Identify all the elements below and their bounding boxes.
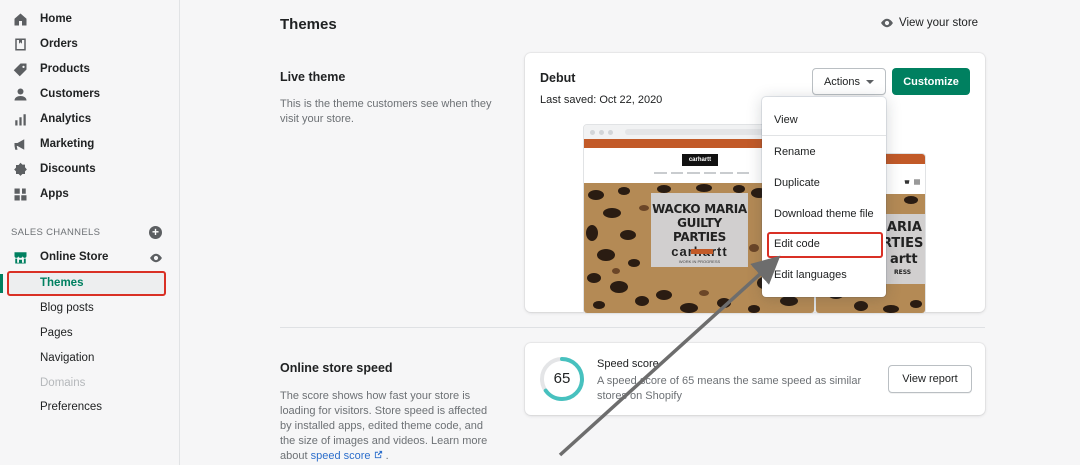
mobile-promo-line-3: artt — [890, 252, 918, 267]
sidebar-item-label: Products — [40, 63, 90, 75]
sidebar-subitem-pages[interactable]: Pages — [40, 327, 73, 339]
live-theme-card: Debut Last saved: Oct 22, 2020 Actions C… — [525, 53, 985, 314]
add-channel-icon[interactable]: + — [149, 226, 162, 239]
sidebar-item-orders[interactable]: Orders — [12, 34, 78, 54]
view-store-label: View your store — [899, 17, 979, 29]
active-indicator — [0, 274, 3, 293]
live-theme-description: This is the theme customers see when the… — [280, 98, 492, 125]
external-link-icon — [374, 450, 382, 459]
cart-icon — [904, 180, 910, 184]
live-theme-heading: Live theme — [280, 70, 346, 84]
speed-description-end: . — [385, 450, 389, 462]
sidebar-item-label: Analytics — [40, 113, 92, 125]
eye-icon — [881, 18, 893, 28]
speed-score-link[interactable]: speed score — [311, 450, 383, 462]
speed-score-title: Speed score — [597, 358, 659, 370]
themes-highlight-box — [7, 271, 166, 296]
sidebar-item-label: Marketing — [40, 138, 95, 150]
view-store-link[interactable]: View your store — [880, 16, 978, 30]
menu-item-edit-languages[interactable]: Edit languages — [774, 269, 847, 281]
sidebar-item-label: Online Store — [40, 251, 109, 263]
sidebar-item-analytics[interactable]: Analytics — [12, 109, 91, 129]
discount-icon — [12, 161, 28, 177]
promo-button — [691, 249, 713, 254]
actions-button[interactable]: Actions — [812, 68, 886, 95]
edit-code-highlight-box — [767, 232, 883, 258]
sidebar-item-label: Discounts — [40, 163, 96, 175]
theme-name: Debut — [540, 71, 576, 85]
page-title: Themes — [280, 16, 337, 33]
customize-button[interactable]: Customize — [892, 68, 970, 95]
sidebar-item-label: Orders — [40, 38, 78, 50]
menu-divider — [762, 135, 886, 136]
mobile-promo-line-4: RESS — [894, 269, 912, 276]
sidebar-item-label: Home — [40, 13, 72, 25]
promo-line-1: WACKO MARIA — [652, 202, 747, 216]
mobile-promo-line-2: RTIES — [882, 236, 924, 251]
sidebar-item-discounts[interactable]: Discounts — [12, 159, 96, 179]
tag-icon — [12, 61, 28, 77]
orders-icon — [12, 36, 28, 52]
menu-item-rename[interactable]: Rename — [774, 146, 816, 158]
view-report-button[interactable]: View report — [888, 365, 972, 393]
section-divider — [280, 327, 985, 328]
menu-item-view[interactable]: View — [774, 114, 798, 126]
sidebar-subitem-themes[interactable]: Themes — [40, 277, 83, 289]
sidebar-subitem-navigation[interactable]: Navigation — [40, 352, 94, 364]
sidebar-subitem-blog-posts[interactable]: Blog posts — [40, 302, 94, 314]
promo-banner: WACKO MARIA GUILTY PARTIES carhartt WORK… — [651, 193, 748, 267]
speed-score-description: A speed score of 65 means the same speed… — [597, 375, 862, 402]
last-saved: Last saved: Oct 22, 2020 — [540, 94, 663, 106]
sidebar-item-customers[interactable]: Customers — [12, 84, 100, 104]
actions-label: Actions — [823, 75, 861, 88]
sidebar-subitem-preferences[interactable]: Preferences — [40, 401, 102, 413]
person-icon — [12, 86, 28, 102]
speed-score-link-label: speed score — [310, 450, 371, 462]
speed-heading: Online store speed — [280, 361, 393, 375]
sidebar-subitem-domains[interactable]: Domains — [40, 377, 85, 389]
home-icon — [12, 11, 28, 27]
sales-channels-label: SALES CHANNELS — [11, 227, 101, 238]
sidebar-item-marketing[interactable]: Marketing — [12, 134, 94, 154]
sidebar-item-label: Customers — [40, 88, 101, 100]
speed-description: The score shows how fast your store is l… — [280, 389, 495, 464]
store-logo: carhartt — [682, 154, 718, 166]
menu-item-duplicate[interactable]: Duplicate — [774, 177, 820, 189]
promo-line-4: WORK IN PROGRESS — [678, 259, 721, 264]
bar-chart-icon — [12, 111, 28, 127]
promo-line-2: GUILTY PARTIES — [672, 216, 727, 244]
apps-icon — [12, 186, 28, 202]
speed-score-value: 65 — [553, 370, 571, 387]
eye-icon[interactable] — [149, 251, 163, 268]
actions-menu: View Rename Duplicate Download theme fil… — [762, 97, 886, 297]
sidebar-item-online-store[interactable]: Online Store — [12, 247, 108, 267]
speed-card: 65 Speed score A speed score of 65 means… — [525, 343, 985, 415]
store-icon — [12, 249, 28, 265]
caret-down-icon — [866, 79, 875, 84]
sidebar-item-products[interactable]: Products — [12, 59, 90, 79]
sidebar: Home Orders Products Customers Analytics… — [0, 0, 180, 465]
megaphone-icon — [12, 136, 28, 152]
sidebar-item-home[interactable]: Home — [12, 9, 72, 29]
sidebar-item-apps[interactable]: Apps — [12, 184, 69, 204]
menu-item-download-theme-file[interactable]: Download theme file — [774, 208, 874, 220]
menu-icon — [914, 179, 920, 185]
sidebar-item-label: Apps — [40, 188, 69, 200]
